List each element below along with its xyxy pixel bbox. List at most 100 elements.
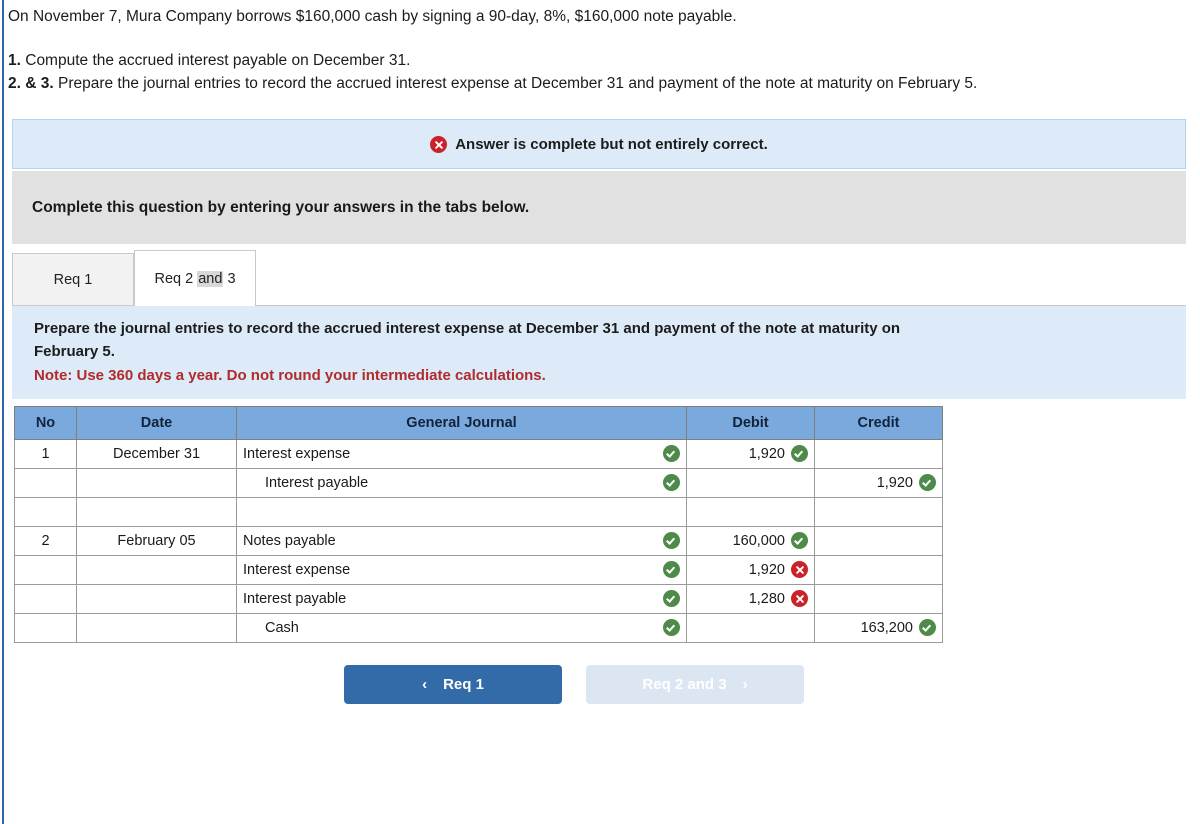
requirement-description-line-1: Prepare the journal entries to record th… — [34, 320, 901, 338]
journal-table-body: 1 December 31 Interest expense 1,920 Interes… — [14, 438, 943, 643]
journal-cell-no[interactable] — [14, 612, 77, 643]
requirement-1-number: 1. — [8, 52, 21, 70]
statement-spacer — [8, 28, 1190, 50]
next-req-2-and-3-button[interactable]: Req 2 and 3 › — [586, 664, 804, 704]
answer-status-message: Answer is complete but not entirely corr… — [455, 135, 768, 153]
requirement-23-number: 2. & 3. — [8, 74, 54, 92]
journal-debit-amount: 1,920 — [748, 561, 785, 578]
journal-cell-no[interactable]: 1 — [14, 438, 77, 469]
tab-req-2-and-3[interactable]: Req 2 and 3 — [134, 250, 256, 307]
journal-cell-no[interactable] — [14, 467, 77, 498]
journal-cell-account[interactable]: Interest payable — [236, 583, 687, 614]
debit-status-check-icon — [791, 532, 808, 550]
journal-cell-date[interactable] — [76, 612, 237, 643]
answer-status-banner-content: Answer is complete but not entirely corr… — [430, 135, 768, 153]
journal-entry-row: 2 February 05 Notes payable 160,000 — [14, 525, 943, 556]
journal-entry-row: 1 December 31 Interest expense 1,920 — [14, 438, 943, 469]
prev-req-1-label: Req 1 — [443, 675, 484, 693]
journal-cell-credit[interactable] — [814, 583, 943, 614]
journal-cell-account[interactable]: Interest payable — [236, 467, 687, 498]
journal-account-name: Interest payable — [265, 474, 369, 491]
journal-cell-account[interactable]: Interest expense — [236, 554, 687, 585]
journal-cell-account[interactable]: Interest expense — [236, 438, 687, 469]
journal-entry-row: Interest payable 1,280 — [14, 583, 943, 614]
journal-cell-debit[interactable]: 1,280 — [686, 583, 815, 614]
prev-req-1-button[interactable]: ‹ Req 1 — [344, 664, 562, 704]
journal-cell-debit[interactable] — [686, 496, 815, 527]
debit-status-x-icon — [791, 590, 808, 608]
column-header-credit: Credit — [814, 405, 943, 440]
x-circle-icon — [430, 135, 448, 153]
journal-cell-account[interactable]: Notes payable — [236, 525, 687, 556]
requirement-23-text: Prepare the journal entries to record th… — [53, 74, 978, 92]
column-header-debit: Debit — [686, 405, 815, 440]
tab-req-2-and-3-label: Req 2 and 3 — [154, 270, 236, 287]
journal-entry-row: Cash 163,200 — [14, 612, 943, 643]
journal-credit-amount: 163,200 — [860, 619, 913, 636]
journal-cell-debit[interactable] — [686, 612, 815, 643]
column-header-general-journal: General Journal — [236, 405, 687, 440]
requirement-description-panel: Prepare the journal entries to record th… — [12, 306, 1186, 399]
journal-cell-credit[interactable] — [814, 496, 943, 527]
journal-table-wrapper: No Date General Journal Debit Credit 1 De… — [14, 405, 943, 704]
journal-cell-date[interactable] — [76, 496, 237, 527]
journal-credit-amount: 1,920 — [876, 474, 913, 491]
debit-status-check-icon — [791, 445, 808, 463]
journal-account-name: Interest expense — [243, 445, 351, 462]
journal-cell-credit[interactable] — [814, 554, 943, 585]
journal-account-name: Interest payable — [243, 590, 347, 607]
journal-cell-date[interactable] — [76, 467, 237, 498]
journal-account-name: Cash — [265, 619, 299, 636]
answer-status-banner: Answer is complete but not entirely corr… — [12, 119, 1186, 170]
journal-cell-date[interactable] — [76, 554, 237, 585]
requirement-1-line: 1. Compute the accrued interest payable … — [8, 50, 1190, 72]
instruction-text: Complete this question by entering your … — [32, 198, 530, 216]
journal-entry-row: Interest expense 1,920 — [14, 554, 943, 585]
instruction-band: Complete this question by entering your … — [12, 171, 1186, 245]
requirement-tabs: Req 1 Req 2 and 3 — [12, 249, 1186, 307]
requirement-23-line: 2. & 3. Prepare the journal entries to r… — [8, 73, 1190, 95]
problem-intro-text: On November 7, Mura Company borrows $160… — [8, 8, 737, 25]
debit-status-x-icon — [791, 561, 808, 579]
requirement-note: Note: Use 360 days a year. Do not round … — [34, 366, 546, 384]
journal-cell-credit[interactable]: 163,200 — [814, 612, 943, 643]
column-header-date: Date — [76, 405, 237, 440]
chevron-left-icon: ‹ — [422, 675, 428, 693]
requirement-description-line-2: February 5. — [34, 342, 115, 360]
journal-cell-credit[interactable]: 1,920 — [814, 467, 943, 498]
journal-cell-date[interactable]: December 31 — [76, 438, 237, 469]
journal-cell-no[interactable]: 2 — [14, 525, 77, 556]
credit-status-check-icon — [919, 619, 936, 637]
tab-label-part-2: 3 — [223, 270, 236, 287]
journal-cell-credit[interactable] — [814, 525, 943, 556]
journal-cell-no[interactable] — [14, 554, 77, 585]
journal-cell-date[interactable]: February 05 — [76, 525, 237, 556]
journal-debit-amount: 160,000 — [732, 532, 785, 549]
account-status-check-icon — [663, 590, 680, 608]
journal-cell-date[interactable] — [76, 583, 237, 614]
tab-req-1[interactable]: Req 1 — [12, 253, 134, 306]
journal-cell-credit[interactable] — [814, 438, 943, 469]
tab-req-1-label: Req 1 — [53, 271, 93, 288]
credit-status-check-icon — [919, 474, 936, 492]
journal-cell-no[interactable] — [14, 583, 77, 614]
journal-blank-row — [14, 496, 943, 527]
journal-cell-account[interactable] — [236, 496, 687, 527]
requirement-1-text: Compute the accrued interest payable on … — [20, 52, 411, 70]
chevron-right-icon: › — [742, 675, 748, 693]
journal-cell-no[interactable] — [14, 496, 77, 527]
journal-cell-debit[interactable]: 1,920 — [686, 554, 815, 585]
journal-cell-debit[interactable] — [686, 467, 815, 498]
tab-label-highlight: and — [197, 270, 224, 287]
journal-cell-debit[interactable]: 1,920 — [686, 438, 815, 469]
journal-entry-row: Interest payable 1,920 — [14, 467, 943, 498]
journal-cell-debit[interactable]: 160,000 — [686, 525, 815, 556]
next-req-2-and-3-label: Req 2 and 3 — [642, 675, 727, 693]
journal-debit-amount: 1,920 — [748, 445, 785, 462]
account-status-check-icon — [663, 532, 680, 550]
journal-account-name: Interest expense — [243, 561, 351, 578]
column-header-no: No — [14, 405, 77, 440]
journal-cell-account[interactable]: Cash — [236, 612, 687, 643]
account-status-check-icon — [663, 474, 680, 492]
general-journal-table: No Date General Journal Debit Credit 1 De… — [14, 405, 943, 643]
